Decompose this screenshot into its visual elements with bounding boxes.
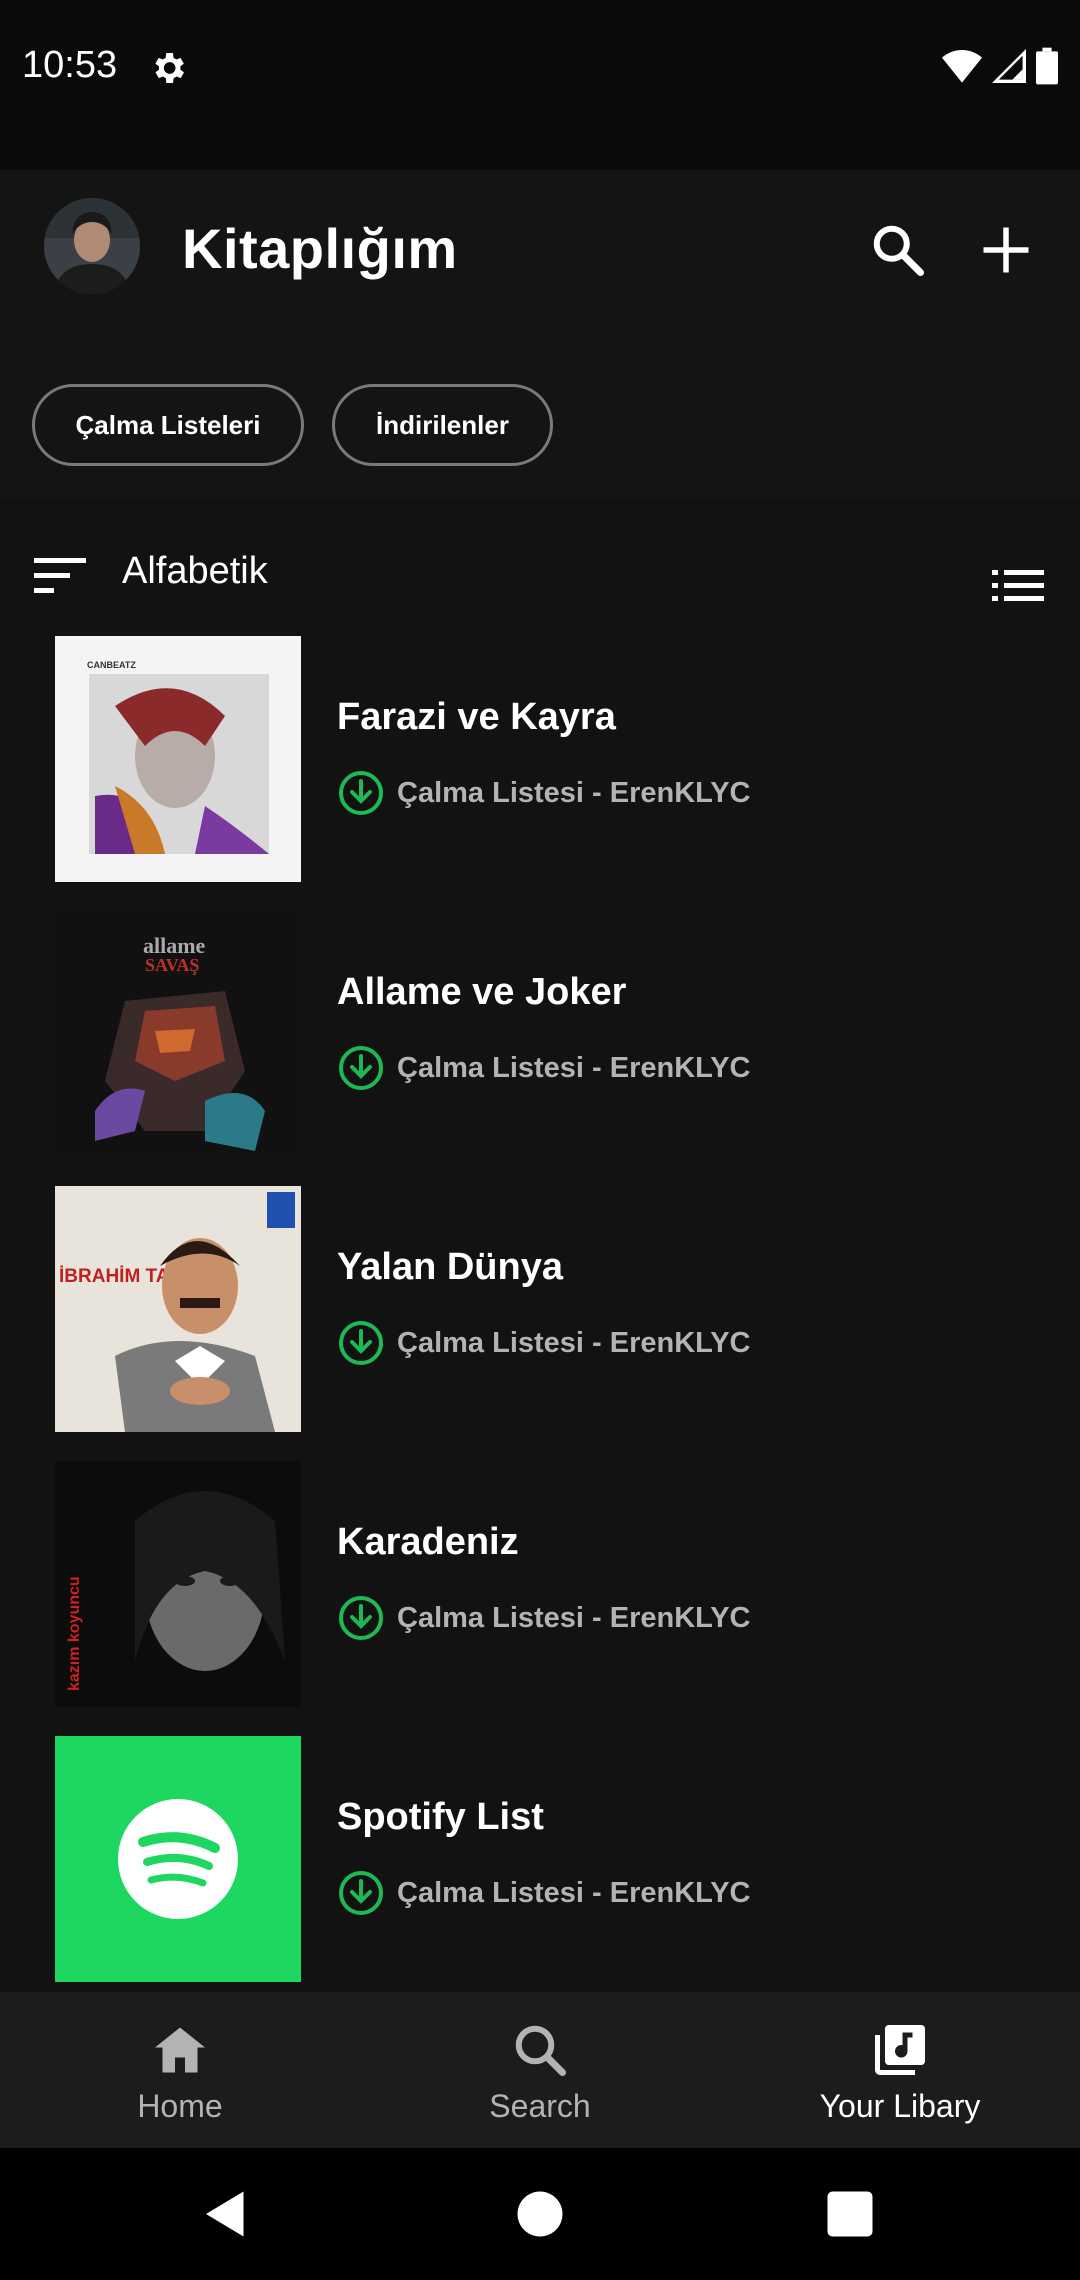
downloaded-icon bbox=[339, 1046, 383, 1090]
playlist-title: Yalan Dünya bbox=[337, 1246, 563, 1288]
playlist-cover: CANBEATZ bbox=[55, 636, 301, 882]
downloaded-icon bbox=[339, 1871, 383, 1915]
playlist-row[interactable]: kazım koyuncu Karadeniz Çalma Listesi - … bbox=[0, 1461, 1080, 1707]
status-icons bbox=[942, 46, 1058, 86]
playlist-cover: allame SAVAŞ bbox=[55, 911, 301, 1157]
filter-chip-playlists[interactable]: Çalma Listeleri bbox=[32, 384, 304, 466]
playlist-meta: Çalma Listesi - ErenKLYC bbox=[337, 1868, 751, 1918]
back-icon[interactable] bbox=[196, 2184, 256, 2244]
playlist-cover bbox=[55, 1736, 301, 1982]
nav-search[interactable]: Search bbox=[390, 1992, 690, 2148]
add-icon[interactable] bbox=[976, 220, 1036, 280]
library-header: Kitaplığım Çalma Listeleri İndirilenler bbox=[0, 170, 1080, 500]
nav-home-label: Home bbox=[137, 2088, 223, 2124]
playlist-title: Spotify List bbox=[337, 1796, 544, 1838]
cover-art-koyuncu: kazım koyuncu bbox=[55, 1461, 301, 1707]
playlist-subtitle: Çalma Listesi - ErenKLYC bbox=[397, 1051, 751, 1084]
playlist-row[interactable]: CANBEATZ Farazi ve Kayra Çalma Listesi -… bbox=[0, 636, 1080, 882]
user-avatar[interactable] bbox=[44, 198, 140, 294]
bottom-navigation: Home Search Your Libary bbox=[0, 1992, 1080, 2148]
search-icon bbox=[515, 2025, 566, 2076]
filter-chip-downloads[interactable]: İndirilenler bbox=[332, 384, 553, 466]
home-circle-icon[interactable] bbox=[510, 2184, 570, 2244]
spotify-logo-cover bbox=[55, 1736, 301, 1982]
playlist-subtitle: Çalma Listesi - ErenKLYC bbox=[397, 1601, 751, 1634]
playlist-subtitle: Çalma Listesi - ErenKLYC bbox=[397, 776, 751, 809]
sort-row: Alfabetik bbox=[0, 540, 1080, 610]
playlist-title: Farazi ve Kayra bbox=[337, 696, 616, 738]
list-view-icon[interactable] bbox=[992, 566, 1044, 606]
system-navigation-bar bbox=[0, 2148, 1080, 2280]
nav-library[interactable]: Your Libary bbox=[750, 1992, 1050, 2148]
playlist-row[interactable]: allame SAVAŞ Allame ve Joker Çalma Liste… bbox=[0, 911, 1080, 1157]
cover-text: SAVAŞ bbox=[145, 955, 199, 975]
downloaded-icon bbox=[339, 1321, 383, 1365]
playlist-cover: İBRAHİM TATLISES bbox=[55, 1186, 301, 1432]
playlist-meta: Çalma Listesi - ErenKLYC bbox=[337, 1043, 751, 1093]
cover-art-canbeatz: CANBEATZ bbox=[55, 636, 301, 882]
playlist-title: Allame ve Joker bbox=[337, 971, 627, 1013]
playlist-title: Karadeniz bbox=[337, 1521, 519, 1563]
playlist-subtitle: Çalma Listesi - ErenKLYC bbox=[397, 1326, 751, 1359]
recents-icon[interactable] bbox=[820, 2184, 880, 2244]
playlist-meta: Çalma Listesi - ErenKLYC bbox=[337, 1593, 751, 1643]
playlist-meta: Çalma Listesi - ErenKLYC bbox=[337, 1318, 751, 1368]
downloaded-icon bbox=[339, 771, 383, 815]
playlist-row[interactable]: Spotify List Çalma Listesi - ErenKLYC bbox=[0, 1736, 1080, 1982]
cover-art-tatlises: İBRAHİM TATLISES bbox=[55, 1186, 301, 1432]
sort-label[interactable]: Alfabetik bbox=[122, 550, 268, 593]
playlist-meta: Çalma Listesi - ErenKLYC bbox=[337, 768, 751, 818]
status-time: 10:53 bbox=[22, 44, 118, 86]
library-icon bbox=[875, 2025, 925, 2075]
cover-text: kazım koyuncu bbox=[66, 1576, 83, 1691]
playlist-row[interactable]: İBRAHİM TATLISES Yalan Dünya Çalma Liste… bbox=[0, 1186, 1080, 1432]
cover-text: CANBEATZ bbox=[87, 660, 136, 670]
settings-gear-icon bbox=[155, 53, 184, 83]
sort-icon[interactable] bbox=[34, 556, 88, 596]
status-bar: 10:53 bbox=[0, 0, 1080, 170]
cover-art-savas: allame SAVAŞ bbox=[55, 911, 301, 1157]
wifi-icon bbox=[942, 50, 982, 83]
cellular-signal-icon bbox=[992, 49, 1026, 83]
home-icon bbox=[155, 2027, 205, 2073]
search-icon[interactable] bbox=[868, 220, 928, 280]
playlist-cover: kazım koyuncu bbox=[55, 1461, 301, 1707]
nav-search-label: Search bbox=[489, 2088, 591, 2124]
nav-library-label: Your Libary bbox=[819, 2088, 981, 2124]
downloaded-icon bbox=[339, 1596, 383, 1640]
playlist-subtitle: Çalma Listesi - ErenKLYC bbox=[397, 1876, 751, 1909]
battery-icon bbox=[1036, 47, 1058, 85]
page-title: Kitaplığım bbox=[182, 217, 458, 280]
avatar-image bbox=[44, 198, 140, 294]
nav-home[interactable]: Home bbox=[30, 1992, 330, 2148]
